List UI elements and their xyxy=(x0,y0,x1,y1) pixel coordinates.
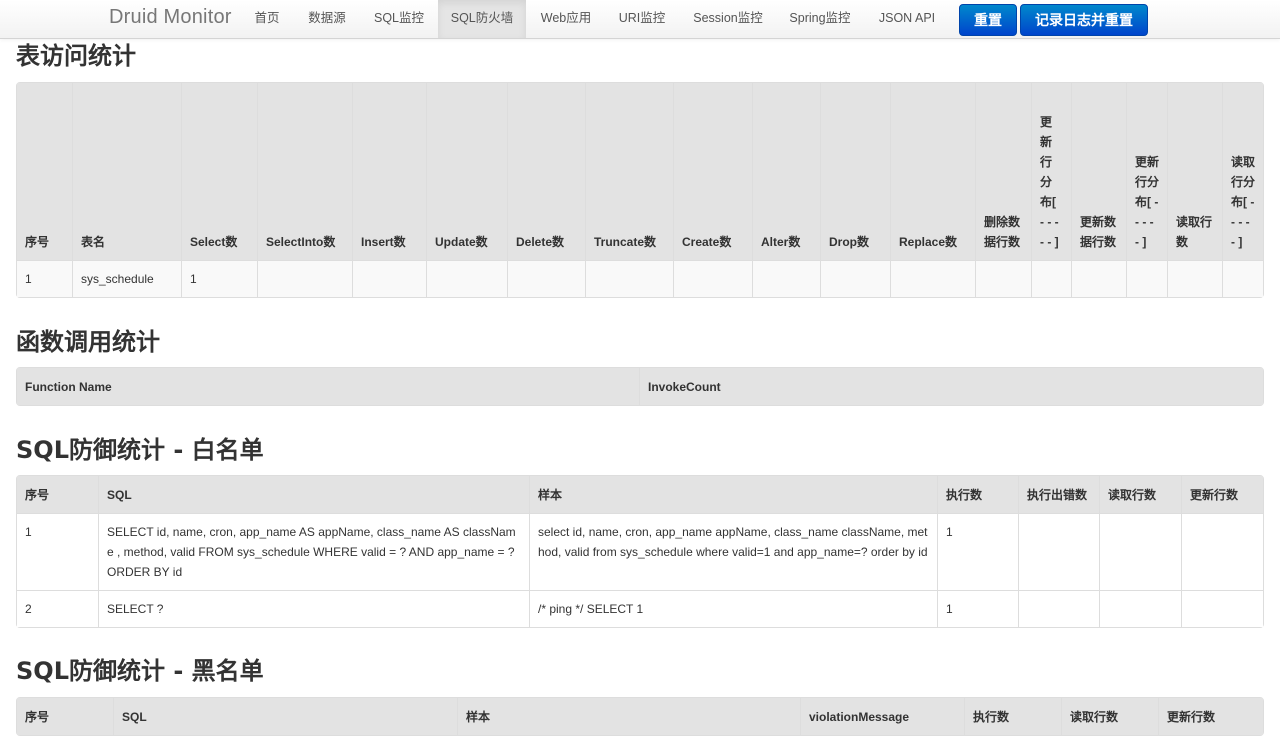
section-title-table-access: 表访问统计 xyxy=(16,42,136,70)
table-cell: 1 xyxy=(181,260,257,297)
table-row: 2 SELECT ? /* ping */ SELECT 1 1 xyxy=(17,590,1263,627)
table-cell xyxy=(1126,260,1167,297)
column-header[interactable]: 更新行分布[ - - - - - ] xyxy=(1126,83,1167,260)
table-cell xyxy=(975,260,1031,297)
table-access-stats: 序号 表名 Select数 SelectInto数 Insert数 Update… xyxy=(16,82,1264,298)
table-cell: 1 xyxy=(17,513,98,590)
column-header[interactable]: Select数 xyxy=(181,83,257,260)
table-cell xyxy=(1071,260,1126,297)
column-header[interactable]: 序号 xyxy=(17,83,72,260)
column-header[interactable]: SQL xyxy=(113,698,457,735)
log-and-reset-button[interactable]: 记录日志并重置 xyxy=(1020,4,1148,36)
column-header[interactable]: Replace数 xyxy=(890,83,975,260)
table-cell: 1 xyxy=(937,513,1018,590)
table-cell xyxy=(1018,513,1099,590)
column-header[interactable]: 更新行分布[ - - - - - ] xyxy=(1031,83,1071,260)
nav-item-web-app[interactable]: Web应用 xyxy=(530,0,602,38)
table-cell xyxy=(752,260,820,297)
column-header[interactable]: Alter数 xyxy=(752,83,820,260)
column-header[interactable]: 更新数据行数 xyxy=(1071,83,1126,260)
reset-button[interactable]: 重置 xyxy=(959,4,1017,36)
table-cell xyxy=(1181,590,1263,627)
table-function-stats: Function Name InvokeCount xyxy=(16,367,1264,406)
column-header[interactable]: 读取行数 xyxy=(1099,476,1181,513)
table-cell: 1 xyxy=(937,590,1018,627)
section-title-blacklist: SQL防御统计 - 黑名单 xyxy=(16,657,264,685)
table-cell xyxy=(1099,590,1181,627)
column-header[interactable]: 更新行数 xyxy=(1181,476,1263,513)
table-header-row: 序号 SQL 样本 violationMessage 执行数 读取行数 更新行数 xyxy=(17,698,1263,735)
column-header[interactable]: 样本 xyxy=(457,698,800,735)
column-header[interactable]: 读取行数 xyxy=(1167,83,1222,260)
table-header-row: 序号 SQL 样本 执行数 执行出错数 读取行数 更新行数 xyxy=(17,476,1263,513)
table-cell: 2 xyxy=(17,590,98,627)
table-cell xyxy=(1181,513,1263,590)
column-header[interactable]: Function Name xyxy=(17,368,639,405)
column-header[interactable]: SelectInto数 xyxy=(257,83,352,260)
table-row: 1 sys_schedule 1 xyxy=(17,260,1263,297)
table-cell xyxy=(257,260,352,297)
brand-logo[interactable]: Druid Monitor xyxy=(109,6,232,29)
column-header[interactable]: SQL xyxy=(98,476,529,513)
nav-item-uri-monitor[interactable]: URI监控 xyxy=(606,0,678,38)
table-cell xyxy=(426,260,507,297)
column-header[interactable]: Update数 xyxy=(426,83,507,260)
column-header[interactable]: Insert数 xyxy=(352,83,426,260)
table-cell: select id, name, cron, app_name appName,… xyxy=(529,513,937,590)
column-header[interactable]: Create数 xyxy=(673,83,752,260)
section-title-whitelist: SQL防御统计 - 白名单 xyxy=(16,436,264,464)
top-navbar: Druid Monitor 首页 数据源 SQL监控 SQL防火墙 Web应用 … xyxy=(0,0,1280,39)
column-header[interactable]: Truncate数 xyxy=(585,83,673,260)
table-cell xyxy=(1018,590,1099,627)
table-row: 1 SELECT id, name, cron, app_name AS app… xyxy=(17,513,1263,590)
column-header[interactable]: 样本 xyxy=(529,476,937,513)
table-cell xyxy=(673,260,752,297)
column-header[interactable]: 序号 xyxy=(17,698,113,735)
table-cell xyxy=(820,260,890,297)
column-header[interactable]: 执行数 xyxy=(964,698,1061,735)
column-header[interactable]: violationMessage xyxy=(800,698,964,735)
nav-item-home[interactable]: 首页 xyxy=(242,0,292,38)
nav-item-json-api[interactable]: JSON API xyxy=(866,0,948,38)
column-header[interactable]: 执行出错数 xyxy=(1018,476,1099,513)
nav-item-sql-firewall[interactable]: SQL防火墙 xyxy=(438,0,526,38)
table-cell xyxy=(1031,260,1071,297)
table-header-row: Function Name InvokeCount xyxy=(17,368,1263,405)
table-cell xyxy=(507,260,585,297)
column-header[interactable]: InvokeCount xyxy=(639,368,1263,405)
column-header[interactable]: Drop数 xyxy=(820,83,890,260)
nav-item-sql-monitor[interactable]: SQL监控 xyxy=(363,0,435,38)
column-header[interactable]: 序号 xyxy=(17,476,98,513)
table-cell: sys_schedule xyxy=(72,260,181,297)
table-cell: SELECT ? xyxy=(98,590,529,627)
table-cell xyxy=(1222,260,1263,297)
table-cell: 1 xyxy=(17,260,72,297)
column-header[interactable]: 执行数 xyxy=(937,476,1018,513)
table-header-row: 序号 表名 Select数 SelectInto数 Insert数 Update… xyxy=(17,83,1263,260)
column-header[interactable]: Delete数 xyxy=(507,83,585,260)
column-header[interactable]: 读取行数 xyxy=(1061,698,1158,735)
column-header[interactable]: 删除数据行数 xyxy=(975,83,1031,260)
section-title-function-calls: 函数调用统计 xyxy=(16,328,160,356)
table-cell xyxy=(352,260,426,297)
table-cell xyxy=(1167,260,1222,297)
column-header[interactable]: 表名 xyxy=(72,83,181,260)
column-header[interactable]: 读取行分布[ - - - - - ] xyxy=(1222,83,1263,260)
table-cell xyxy=(1099,513,1181,590)
table-whitelist: 序号 SQL 样本 执行数 执行出错数 读取行数 更新行数 1 SELECT i… xyxy=(16,475,1264,628)
table-cell xyxy=(890,260,975,297)
table-blacklist: 序号 SQL 样本 violationMessage 执行数 读取行数 更新行数 xyxy=(16,697,1264,736)
column-header[interactable]: 更新行数 xyxy=(1158,698,1263,735)
table-cell xyxy=(585,260,673,297)
nav-item-session-monitor[interactable]: Session监控 xyxy=(684,0,772,38)
nav-item-spring-monitor[interactable]: Spring监控 xyxy=(780,0,860,38)
table-cell: /* ping */ SELECT 1 xyxy=(529,590,937,627)
table-cell: SELECT id, name, cron, app_name AS appNa… xyxy=(98,513,529,590)
nav-item-datasource[interactable]: 数据源 xyxy=(297,0,357,38)
